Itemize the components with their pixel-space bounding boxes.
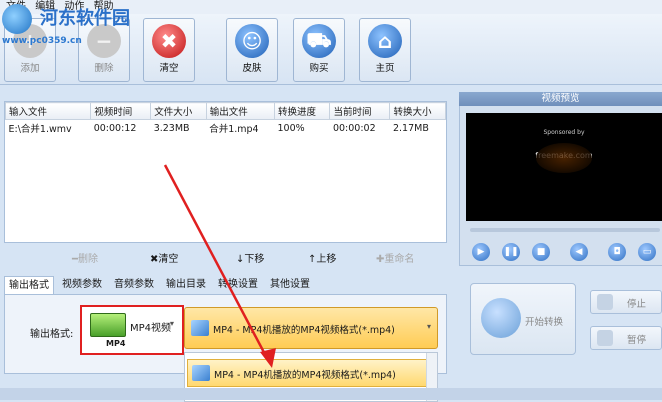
- chevron-down-icon: ▾: [426, 322, 431, 331]
- skin-button[interactable]: ☺ 皮肤: [226, 18, 278, 82]
- skin-icon: ☺: [235, 24, 269, 58]
- cell-current-time: 00:00:02: [332, 122, 376, 134]
- buy-button[interactable]: ⛟ 购买: [293, 18, 345, 82]
- cell-progress: 100%: [277, 122, 305, 134]
- volume-icon[interactable]: ◀: [570, 243, 588, 261]
- format-select[interactable]: MP4 - MP4机播放的MP4视频格式(*.mp4) ▾: [184, 307, 438, 349]
- stop-button[interactable]: ■: [532, 243, 550, 261]
- col-converted-size[interactable]: 转换大小: [389, 102, 446, 120]
- watermark-name: 河东软件园: [40, 8, 130, 29]
- fullscreen-icon[interactable]: ▭: [638, 243, 656, 261]
- preview-title: 视频预览: [459, 92, 662, 106]
- snapshot-icon[interactable]: ◘: [608, 243, 626, 261]
- format-category-text: MP4视频: [130, 323, 172, 334]
- format-category-select[interactable]: MP4视频 ▾ MP4: [80, 305, 184, 355]
- remove-item-button[interactable]: ━删除: [72, 250, 98, 265]
- format-select-value: MP4 - MP4机播放的MP4视频格式(*.mp4): [213, 325, 395, 336]
- output-format-label: 输出格式:: [30, 329, 74, 340]
- format-category-caption: MP4: [106, 339, 126, 348]
- tab-other-settings[interactable]: 其他设置: [266, 276, 314, 293]
- format-cube-icon: [192, 365, 210, 381]
- cell-converted-size: 2.17MB: [392, 122, 429, 134]
- col-file-size[interactable]: 文件大小: [150, 102, 207, 120]
- preview-sponsor-text: Sponsored by: [543, 129, 585, 136]
- col-output-file[interactable]: 输出文件: [205, 102, 275, 120]
- table-row[interactable]: E:\合并1.wmv 00:00:12 3.23MB 合并1.mp4 100% …: [6, 120, 446, 137]
- table-header-row: 输入文件 视频时间 文件大小 输出文件 转换进度 当前时间 转换大小: [4, 102, 446, 120]
- pause-button[interactable]: ❚❚: [502, 243, 520, 261]
- cell-file-size: 3.23MB: [153, 122, 190, 134]
- tab-convert-settings[interactable]: 转换设置: [214, 276, 262, 293]
- col-current-time[interactable]: 当前时间: [329, 102, 391, 120]
- cell-video-time: 00:00:12: [93, 122, 137, 134]
- format-cube-icon: [191, 320, 209, 336]
- seek-bar[interactable]: [470, 228, 660, 232]
- pause-convert-button[interactable]: 暂停: [590, 326, 662, 350]
- col-video-time[interactable]: 视频时间: [90, 102, 152, 120]
- preview-glow: [536, 143, 592, 173]
- rename-button[interactable]: ✚重命名: [376, 250, 414, 265]
- status-bar: [0, 388, 662, 400]
- tab-video-params[interactable]: 视频参数: [58, 276, 106, 293]
- col-progress[interactable]: 转换进度: [273, 102, 331, 120]
- list-operations-bar: ━删除 ✖清空 ↓下移 ↑上移 ✚重命名: [4, 246, 445, 268]
- cell-input-file: E:\合并1.wmv: [8, 124, 72, 135]
- stop-icon: [597, 294, 613, 310]
- cart-icon: ⛟: [302, 24, 336, 58]
- home-button[interactable]: ⌂ 主页: [359, 18, 411, 82]
- chevron-down-icon: ▾: [170, 319, 175, 328]
- move-up-button[interactable]: ↑上移: [308, 250, 336, 265]
- home-icon: ⌂: [368, 24, 402, 58]
- pause-icon: [597, 330, 613, 346]
- tab-audio-params[interactable]: 音频参数: [110, 276, 158, 293]
- mp4-device-icon: [90, 313, 126, 337]
- settings-tabs: 输出格式 视频参数 音频参数 输出目录 转换设置 其他设置: [4, 276, 445, 294]
- clear-button[interactable]: ✖ 清空: [143, 18, 195, 82]
- play-button[interactable]: ▶: [472, 243, 490, 261]
- video-preview-screen: Sponsored by freemake.com: [466, 113, 662, 221]
- tab-output-format[interactable]: 输出格式: [4, 276, 54, 294]
- stop-convert-button[interactable]: 停止: [590, 290, 662, 314]
- col-input-file[interactable]: 输入文件: [4, 102, 92, 120]
- watermark-url: www.pc0359.cn: [2, 36, 82, 46]
- format-option[interactable]: MP4 - MP4机播放的MP4视频格式(*.mp4): [187, 359, 427, 387]
- start-icon: [481, 298, 521, 338]
- move-down-button[interactable]: ↓下移: [236, 250, 264, 265]
- watermark-logo-icon: [2, 4, 32, 34]
- clear-list-button[interactable]: ✖清空: [150, 250, 178, 265]
- clear-icon: ✖: [152, 24, 186, 58]
- start-convert-button[interactable]: 开始转换: [470, 283, 576, 355]
- file-table[interactable]: 输入文件 视频时间 文件大小 输出文件 转换进度 当前时间 转换大小 E:\合并…: [4, 101, 447, 243]
- cell-output-file: 合并1.mp4: [209, 124, 259, 135]
- tab-output-dir[interactable]: 输出目录: [162, 276, 210, 293]
